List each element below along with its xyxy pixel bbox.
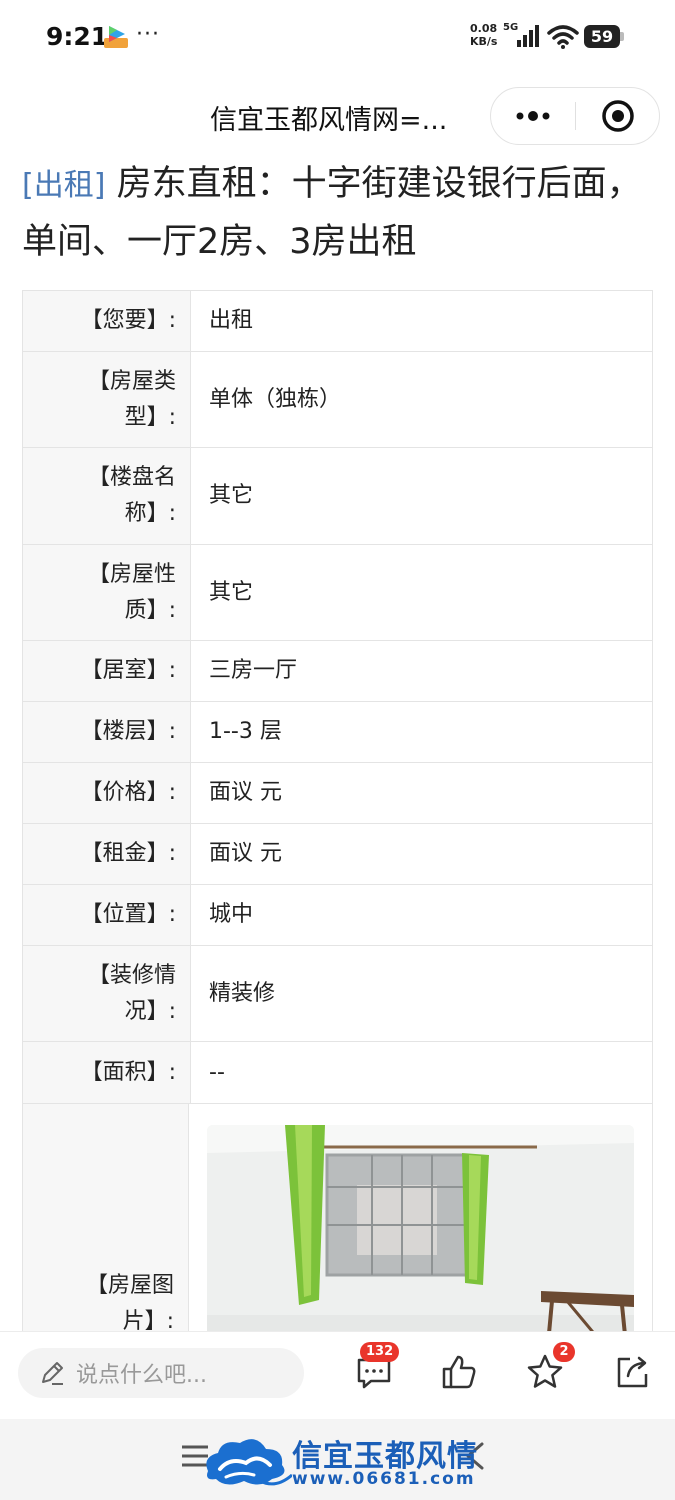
row-label: 【装修情况】: bbox=[23, 946, 191, 1041]
row-value: 面议 元 bbox=[209, 841, 282, 866]
share-button[interactable] bbox=[612, 1352, 652, 1392]
battery-cap bbox=[620, 32, 624, 41]
favorite-button[interactable]: 2 bbox=[525, 1342, 575, 1392]
logo-url: www.06681.com bbox=[292, 1469, 476, 1489]
row-label: 【位置】: bbox=[23, 885, 191, 945]
table-row: 【装修情况】: 精装修 bbox=[23, 946, 652, 1042]
status-bar: 9:21 ··· 0.08 KB/s 5G 59 bbox=[0, 0, 675, 72]
mini-program-capsule bbox=[490, 87, 660, 145]
page-title: 信宜玉都风情网=... bbox=[210, 105, 448, 136]
row-label: 【价格】: bbox=[23, 763, 191, 823]
battery-level: 59 bbox=[584, 25, 620, 48]
battery-indicator: 59 bbox=[584, 25, 624, 48]
row-value: 其它 bbox=[209, 483, 254, 508]
row-label: 【面积】: bbox=[23, 1042, 191, 1103]
row-label: 【居室】: bbox=[23, 641, 191, 701]
property-info-table: 【您要】: 出租 【房屋类型】: 单体（独栋） 【楼盘名称】: 其它 【房屋性质… bbox=[22, 290, 653, 1500]
row-label: 【楼层】: bbox=[23, 702, 191, 762]
row-label: 【房屋类型】: bbox=[23, 352, 191, 447]
post-headline: [出租] 房东直租：十字街建设银行后面，单间、一厅2房、3房出租 bbox=[22, 156, 652, 270]
share-icon bbox=[617, 1356, 648, 1388]
favorite-count-badge: 2 bbox=[553, 1342, 575, 1362]
table-row: 【楼盘名称】: 其它 bbox=[23, 448, 652, 545]
net-speed-unit: KB/s bbox=[470, 35, 498, 48]
net-speed: 0.08 KB/s bbox=[470, 22, 506, 48]
row-value: 1--3 层 bbox=[209, 719, 282, 744]
wifi-icon bbox=[547, 25, 579, 49]
net-speed-value: 0.08 bbox=[470, 22, 498, 35]
comment-input[interactable]: 说点什么吧... bbox=[18, 1348, 304, 1398]
table-row: 【价格】: 面议 元 bbox=[23, 763, 652, 824]
footer-bar: 信宜玉都风情 www.06681.com bbox=[0, 1419, 675, 1500]
row-label: 【房屋性质】: bbox=[23, 545, 191, 640]
table-row: 【租金】: 面议 元 bbox=[23, 824, 652, 885]
comment-placeholder: 说点什么吧... bbox=[76, 1363, 207, 1388]
table-row: 【房屋性质】: 其它 bbox=[23, 545, 652, 641]
post-title: 房东直租：十字街建设银行后面，单间、一厅2房、3房出租 bbox=[22, 164, 642, 262]
signal-icon bbox=[517, 25, 539, 47]
table-row: 【楼层】: 1--3 层 bbox=[23, 702, 652, 763]
row-value: 单体（独栋） bbox=[209, 386, 342, 412]
bottom-action-bar: 说点什么吧... 132 2 bbox=[0, 1331, 675, 1419]
post-category-tag[interactable]: [出租] bbox=[22, 168, 105, 203]
more-button[interactable] bbox=[491, 88, 575, 144]
row-value: 面议 元 bbox=[209, 780, 282, 805]
table-row: 【房屋类型】: 单体（独栋） bbox=[23, 352, 652, 448]
status-time: 9:21 bbox=[46, 22, 109, 51]
row-label: 【租金】: bbox=[23, 824, 191, 884]
like-button[interactable] bbox=[439, 1352, 479, 1392]
site-logo: 信宜玉都风情 www.06681.com bbox=[200, 1431, 480, 1493]
row-value: 精装修 bbox=[209, 980, 276, 1006]
comment-count-badge: 132 bbox=[360, 1342, 400, 1362]
room-photo[interactable] bbox=[207, 1125, 634, 1355]
table-row: 【您要】: 出租 bbox=[23, 291, 652, 352]
thumbs-up-icon bbox=[442, 1355, 476, 1389]
row-label: 【您要】: bbox=[23, 291, 191, 351]
close-button[interactable] bbox=[576, 88, 660, 144]
row-value: 城中 bbox=[209, 902, 254, 927]
row-value: -- bbox=[209, 1059, 225, 1085]
comment-button[interactable]: 132 bbox=[354, 1342, 400, 1392]
table-row: 【居室】: 三房一厅 bbox=[23, 641, 652, 702]
cloud-logo-icon bbox=[206, 1439, 293, 1486]
more-status-icon: ··· bbox=[136, 22, 160, 47]
edit-pen-icon bbox=[42, 1362, 63, 1385]
close-target-icon bbox=[602, 100, 634, 132]
table-row: 【位置】: 城中 bbox=[23, 885, 652, 946]
table-row: 【面积】: -- bbox=[23, 1042, 652, 1104]
row-value: 出租 bbox=[209, 308, 254, 333]
video-app-icon bbox=[104, 26, 128, 48]
row-value: 其它 bbox=[209, 579, 254, 605]
more-dots-icon bbox=[516, 111, 550, 121]
row-value: 三房一厅 bbox=[209, 658, 298, 683]
row-label: 【楼盘名称】: bbox=[23, 448, 191, 544]
